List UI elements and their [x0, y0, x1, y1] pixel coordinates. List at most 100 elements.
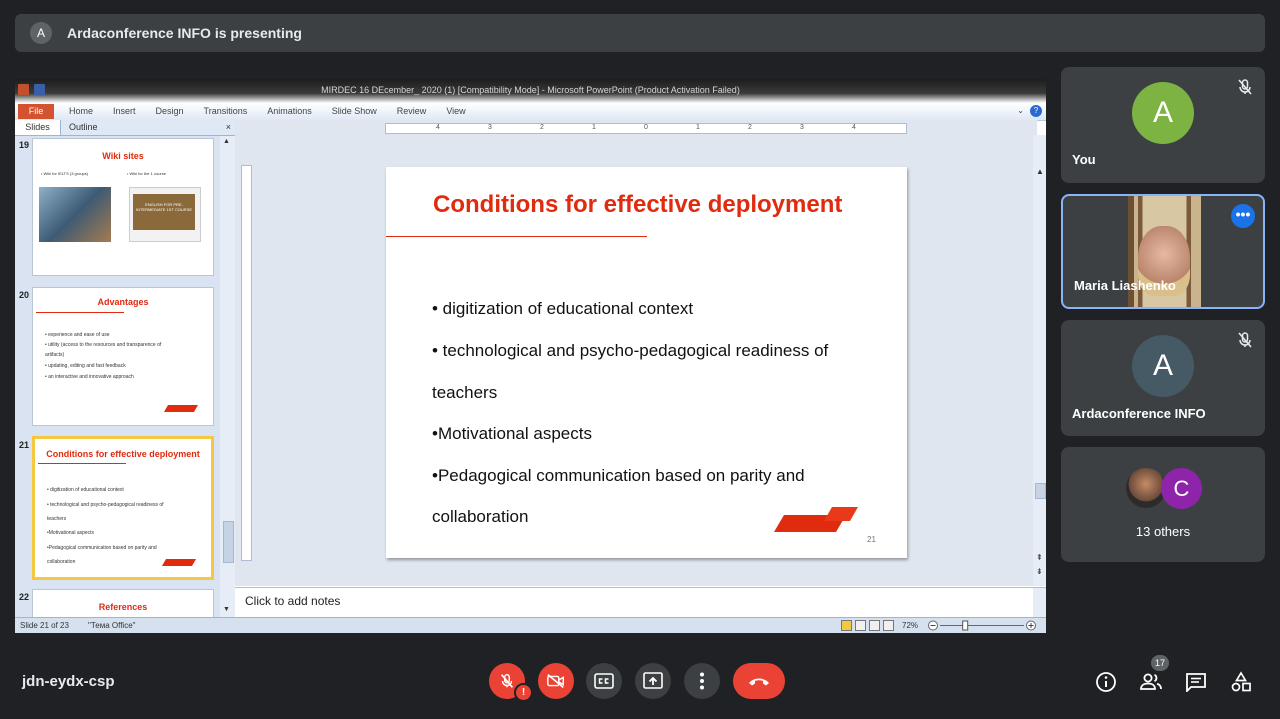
ppt-status-bar: Slide 21 of 23 "Тема Office" 72%: [15, 617, 1046, 633]
participant-tile-maria[interactable]: ••• Maria Liashenko: [1061, 194, 1265, 309]
slide-bullet: • technological and psycho-pedagogical r…: [432, 341, 829, 360]
slide-thumbnail-21[interactable]: Conditions for effective deployment • di…: [32, 436, 214, 580]
captions-icon: [594, 673, 614, 689]
view-buttons: [841, 620, 894, 631]
participant-tile-ardaconference[interactable]: A Ardaconference INFO: [1061, 320, 1265, 436]
pane-tabs: Slides Outline ×: [15, 120, 235, 136]
zoom-level: 72%: [902, 621, 919, 630]
thumb-bullet: •Pedagogical communication based on pari…: [47, 545, 157, 551]
current-slide[interactable]: Conditions for effective deployment • di…: [386, 167, 907, 558]
mic-muted-icon: [1238, 332, 1252, 348]
ppt-window-title: MIRDEC 16 DEcember_ 2020 (1) [Compatibil…: [321, 85, 740, 95]
meeting-code: jdn-eydx-csp: [22, 673, 115, 690]
chat-icon[interactable]: [1184, 670, 1208, 694]
ruler-mark: 1: [696, 124, 700, 131]
slideshow-view-icon[interactable]: [883, 620, 894, 631]
participant-avatar: A: [1132, 335, 1194, 397]
slide-bullet: •Motivational aspects: [432, 424, 592, 443]
prev-slide-icon[interactable]: ⇞: [1036, 553, 1043, 562]
slides-pane: Slides Outline × 19 Wiki sites • Wiki fo…: [15, 120, 235, 617]
more-options-icon[interactable]: •••: [1231, 204, 1255, 228]
mic-warning-icon: !: [514, 683, 533, 702]
notes-scrollbar[interactable]: [1033, 588, 1046, 618]
ruler-mark: 2: [540, 124, 544, 131]
pane-scroll-thumb[interactable]: [223, 521, 234, 563]
mic-off-icon: [500, 673, 514, 688]
ribbon-tab-home[interactable]: Home: [69, 106, 93, 116]
thumb-logo: [163, 405, 199, 412]
people-count-badge: 17: [1151, 655, 1169, 671]
participant-photo: [1126, 468, 1166, 508]
more-options-button[interactable]: [684, 663, 720, 699]
ruler-mark: 3: [800, 124, 804, 131]
pane-close-icon[interactable]: ×: [226, 120, 231, 135]
thumb-image: ENGLISH FOR PRE-INTERMEDIATE 1ST COURSE: [129, 187, 201, 242]
zoom-slider[interactable]: [928, 620, 1038, 631]
next-slide-icon[interactable]: ⇟: [1036, 567, 1043, 576]
ppt-ribbon: File Home Insert Design Transitions Anim…: [15, 103, 1046, 121]
scroll-up-icon[interactable]: ▲: [223, 138, 230, 145]
ribbon-tab-animations[interactable]: Animations: [267, 106, 312, 116]
scroll-up-icon[interactable]: ▲: [1036, 167, 1044, 176]
ribbon-tab-slideshow[interactable]: Slide Show: [332, 106, 377, 116]
participant-tile-you[interactable]: A You: [1061, 67, 1265, 183]
ruler-mark: 2: [748, 124, 752, 131]
slide-thumbnail-19[interactable]: Wiki sites • Wiki for IELTS (3 groups) •…: [32, 138, 214, 276]
thumb-title: Conditions for effective deployment: [46, 449, 200, 459]
ribbon-tab-design[interactable]: Design: [156, 106, 184, 116]
thumb-bullet: teachers: [47, 516, 67, 522]
participant-avatar: A: [1132, 82, 1194, 144]
thumb-number: 19: [19, 140, 30, 150]
editor-scroll-thumb[interactable]: [1035, 483, 1046, 499]
mic-toggle-button[interactable]: !: [489, 663, 533, 702]
ribbon-tab-insert[interactable]: Insert: [113, 106, 136, 116]
ruler-mark: 4: [852, 124, 856, 131]
scroll-down-icon[interactable]: ▼: [223, 606, 230, 613]
thumb-title: Advantages: [97, 297, 149, 307]
tab-slides[interactable]: Slides: [15, 120, 61, 135]
presenter-avatar: A: [30, 22, 52, 44]
captions-button[interactable]: [586, 663, 622, 699]
ribbon-tab-transitions[interactable]: Transitions: [204, 106, 248, 116]
thumb-title-rule: [38, 463, 126, 464]
presenting-banner: A Ardaconference INFO is presenting: [15, 14, 1265, 52]
help-icon[interactable]: ?: [1030, 105, 1042, 117]
reading-view-icon[interactable]: [869, 620, 880, 631]
thumb-number: 21: [19, 440, 30, 450]
meeting-details-icon[interactable]: [1094, 670, 1118, 694]
slide-thumbnail-20[interactable]: Advantages • experience and ease of use …: [32, 287, 214, 426]
leave-call-button[interactable]: [733, 663, 785, 699]
thumb-bullet: • digitization of educational context: [47, 487, 124, 493]
normal-view-icon[interactable]: [841, 620, 852, 631]
present-screen-icon: [643, 672, 663, 689]
slide-sorter-icon[interactable]: [855, 620, 866, 631]
participant-tile-others[interactable]: C 13 others: [1061, 447, 1265, 562]
ruler-mark: 0: [644, 124, 648, 131]
ribbon-tab-view[interactable]: View: [446, 106, 465, 116]
activities-icon[interactable]: [1229, 670, 1253, 694]
thumb-bullet: • utility (access to the resources and t…: [45, 342, 162, 348]
ribbon-file-tab[interactable]: File: [18, 104, 54, 119]
ribbon-minimize-icon[interactable]: ⌄: [1017, 106, 1024, 115]
ruler-mark: 4: [436, 124, 440, 131]
participant-name: 13 others: [1135, 524, 1191, 539]
slide-bullet: • digitization of educational context: [432, 299, 694, 318]
thumb-image-caption: ENGLISH FOR PRE-INTERMEDIATE 1ST COURSE: [133, 194, 195, 230]
horizontal-ruler: 4 3 2 1 0 1 2 3 4: [385, 123, 907, 134]
slide-thumbnails: 19 Wiki sites • Wiki for IELTS (3 groups…: [15, 136, 220, 617]
slide-thumbnail-22[interactable]: References: [32, 589, 214, 617]
present-button[interactable]: [635, 663, 671, 699]
tab-outline[interactable]: Outline: [69, 120, 98, 135]
editor-scrollbar[interactable]: ▲ ⇞ ⇟: [1033, 135, 1046, 586]
thumb-bullet: • updating, editing and fast feedback: [45, 363, 126, 369]
ribbon-tab-review[interactable]: Review: [397, 106, 427, 116]
thumb-title-rule: [36, 312, 124, 313]
people-icon[interactable]: [1139, 670, 1163, 694]
thumb-bullet: • Wiki for the 1 course: [127, 171, 166, 176]
camera-toggle-button[interactable]: [538, 663, 574, 699]
thumb-bullet: artifacts): [45, 352, 65, 358]
slide-page-number: 21: [867, 535, 876, 544]
notes-pane[interactable]: Click to add notes: [235, 587, 1046, 618]
pane-scrollbar[interactable]: ▲ ▼: [220, 136, 235, 617]
ppt-title-bar: MIRDEC 16 DEcember_ 2020 (1) [Compatibil…: [15, 79, 1046, 103]
